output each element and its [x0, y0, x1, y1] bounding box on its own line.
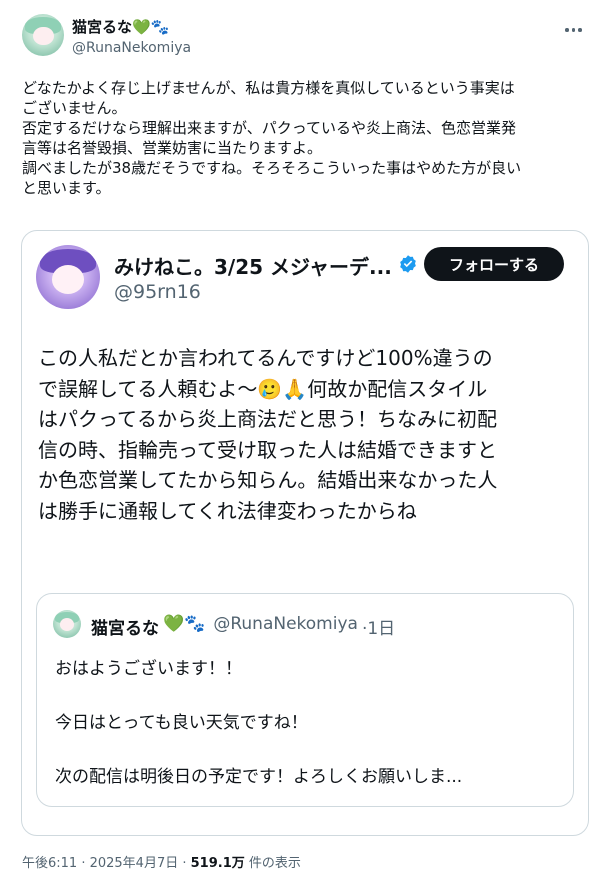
- nested-quote-card[interactable]: 猫宮るな 💚🐾 @RunaNekomiya ·1日 おはようございます！！ 今日…: [36, 593, 574, 807]
- nested-author-name: 猫宮るな: [91, 619, 159, 639]
- nested-time: ·1日: [361, 619, 396, 639]
- post-views-count: 519.1万: [190, 856, 245, 871]
- quoted-author-row[interactable]: みけねこ。3/25 メジャーデ...: [114, 251, 418, 280]
- post-meta: 午後6:11 · 2025年4月7日 · 519.1万 件の表示: [22, 852, 301, 871]
- nested-line-3: 次の配信は明後日の予定です！よろしくお願いしま...: [55, 767, 463, 787]
- author-name-text: 猫宮るな: [72, 18, 133, 36]
- post-views-label: 件の表示: [244, 856, 301, 871]
- verified-badge-icon: [398, 254, 418, 278]
- quoted-post-card[interactable]: みけねこ。3/25 メジャーデ... @95rn16 フォローする この人私だと…: [21, 230, 589, 836]
- nested-author-handle: @RunaNekomiya: [213, 614, 358, 634]
- post-text: どなたかよく存じ上げませんが、私は貴方様を真似しているという事実は ございません…: [22, 79, 522, 197]
- quoted-post-text: この人私だとか言われてるんですけど100%違うの で誤解してる人頼むよ〜🥲🙏何故…: [38, 346, 498, 523]
- more-horizontal-icon[interactable]: [565, 22, 589, 38]
- nested-author-avatar: [53, 610, 81, 638]
- post-timestamp[interactable]: 午後6:11 · 2025年4月7日 ·: [22, 856, 191, 871]
- quoted-author-handle[interactable]: @95rn16: [114, 281, 201, 303]
- follow-button[interactable]: フォローする: [424, 247, 564, 281]
- nested-author-emoji: 💚🐾: [163, 614, 206, 634]
- author-handle[interactable]: @RunaNekomiya: [72, 40, 191, 56]
- author-name[interactable]: 猫宮るな💚🐾: [72, 16, 169, 37]
- nested-author-row: 猫宮るな 💚🐾 @RunaNekomiya ·1日: [91, 614, 395, 639]
- nested-line-1: おはようございます！！: [55, 659, 242, 679]
- quoted-author-avatar[interactable]: [36, 245, 100, 309]
- author-avatar[interactable]: [22, 14, 64, 56]
- nested-line-2: 今日はとっても良い天気ですね！: [55, 713, 308, 733]
- author-emoji: 💚🐾: [132, 18, 170, 36]
- quoted-author-name: みけねこ。3/25 メジャーデ...: [114, 255, 392, 279]
